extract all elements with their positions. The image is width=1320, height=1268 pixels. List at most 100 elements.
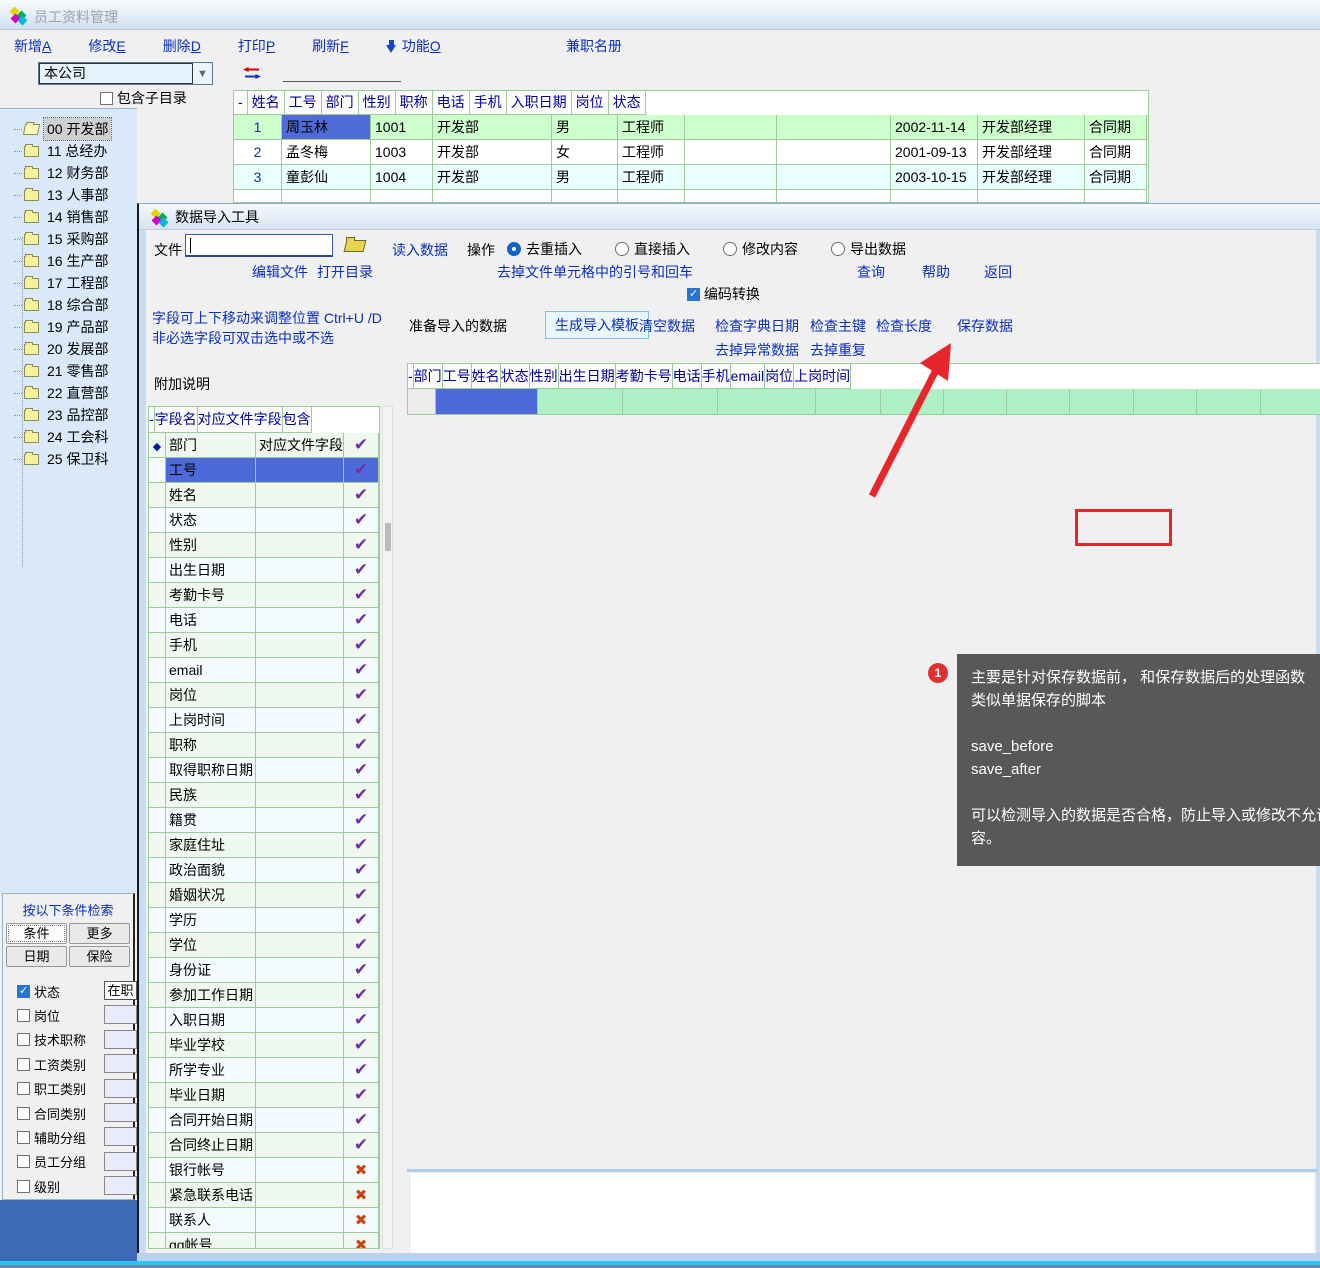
included-check-icon[interactable]: ✔ bbox=[354, 510, 368, 529]
strip-quotes-button[interactable]: 去掉文件单元格中的引号和回车 bbox=[497, 262, 693, 282]
edit-file-button[interactable]: 编辑文件 bbox=[252, 262, 308, 282]
column-header[interactable]: 包含 bbox=[283, 407, 312, 433]
condition-checkbox[interactable] bbox=[17, 1180, 30, 1193]
included-check-icon[interactable]: ✔ bbox=[354, 660, 368, 679]
column-header[interactable]: 状态 bbox=[501, 364, 530, 389]
field-row[interactable]: ◆ 电话 ✔ ✖ bbox=[149, 608, 379, 633]
column-header[interactable]: 岗位 bbox=[572, 91, 609, 115]
field-row[interactable]: ◆ 工号 ✔ ✖ bbox=[149, 458, 379, 483]
field-row[interactable]: ◆ 学历 ✔ ✖ bbox=[149, 908, 379, 933]
quick-search-field[interactable] bbox=[283, 62, 401, 82]
included-check-icon[interactable]: ✔ bbox=[354, 1110, 368, 1129]
condition-checkbox[interactable] bbox=[17, 1107, 30, 1120]
radio-option[interactable]: 导出数据 bbox=[831, 239, 906, 259]
radio-option[interactable]: 修改内容 bbox=[723, 239, 798, 259]
action-button[interactable]: 保存数据 bbox=[957, 316, 1013, 336]
field-row[interactable]: ◆ 学位 ✔ ✖ bbox=[149, 933, 379, 958]
radio-icon[interactable] bbox=[723, 242, 737, 256]
toolbar-item[interactable]: 修改E bbox=[88, 36, 125, 56]
column-header[interactable]: 状态 bbox=[609, 91, 646, 115]
field-row[interactable]: ◆ 状态 ✔ ✖ bbox=[149, 508, 379, 533]
condition-value-box[interactable] bbox=[104, 1030, 137, 1049]
action-button[interactable]: 生成导入模板 bbox=[545, 311, 649, 339]
included-check-icon[interactable]: ✔ bbox=[354, 785, 368, 804]
condition-checkbox[interactable] bbox=[17, 1033, 30, 1046]
column-header[interactable]: 岗位 bbox=[765, 364, 794, 389]
field-row[interactable]: ◆ 取得职称日期 ✔ ✖ bbox=[149, 758, 379, 783]
column-header[interactable]: 姓名 bbox=[248, 91, 285, 115]
tree-item[interactable]: 25 保卫科 bbox=[0, 448, 137, 470]
included-check-icon[interactable]: ✔ bbox=[354, 760, 368, 779]
field-row[interactable]: ◆ 姓名 ✔ ✖ bbox=[149, 483, 379, 508]
field-row[interactable]: ◆ 合同开始日期 ✔ ✖ bbox=[149, 1108, 379, 1133]
included-check-icon[interactable]: ✔ bbox=[354, 735, 368, 754]
column-header[interactable]: 工号 bbox=[443, 364, 472, 389]
included-check-icon[interactable]: ✔ bbox=[354, 685, 368, 704]
included-check-icon[interactable]: ✔ bbox=[354, 710, 368, 729]
condition-value-box[interactable] bbox=[104, 1152, 137, 1171]
field-row[interactable]: ◆ 职称 ✔ ✖ bbox=[149, 733, 379, 758]
scrollbar-thumb[interactable] bbox=[385, 523, 391, 551]
field-row[interactable]: ◆ qq帐号 ✔ ✖ bbox=[149, 1233, 379, 1249]
back-button[interactable]: 返回 bbox=[984, 262, 1012, 282]
company-select[interactable]: 本公司 ▼ bbox=[38, 62, 213, 85]
filter-tab[interactable]: 更多 bbox=[69, 923, 130, 944]
excluded-cross-icon[interactable]: ✖ bbox=[355, 1212, 368, 1229]
toolbar-item[interactable]: 刷新F bbox=[312, 36, 349, 56]
include-subdir-checkbox[interactable]: 包含子目录 bbox=[100, 88, 187, 108]
included-check-icon[interactable]: ✔ bbox=[354, 810, 368, 829]
condition-value-box[interactable] bbox=[104, 1079, 137, 1098]
tree-item[interactable]: 15 采购部 bbox=[0, 228, 137, 250]
field-row[interactable]: ◆ 政治面貌 ✔ ✖ bbox=[149, 858, 379, 883]
column-header[interactable]: 工号 bbox=[285, 91, 322, 115]
action-button[interactable]: 去掉异常数据 bbox=[715, 340, 799, 360]
condition-value-box[interactable] bbox=[104, 1005, 137, 1024]
field-row[interactable]: ◆ 岗位 ✔ ✖ bbox=[149, 683, 379, 708]
column-header[interactable]: 字段名 bbox=[155, 407, 198, 433]
column-header[interactable]: 性别 bbox=[530, 364, 559, 389]
condition-value-box[interactable] bbox=[104, 1054, 137, 1073]
column-header[interactable]: 电话 bbox=[673, 364, 702, 389]
included-check-icon[interactable]: ✔ bbox=[354, 910, 368, 929]
field-row[interactable]: ◆ email ✔ ✖ bbox=[149, 658, 379, 683]
field-row[interactable]: ◆ 考勤卡号 ✔ ✖ bbox=[149, 583, 379, 608]
tree-item[interactable]: 21 零售部 bbox=[0, 360, 137, 382]
field-row[interactable]: ◆ 入职日期 ✔ ✖ bbox=[149, 1008, 379, 1033]
tree-item[interactable]: 19 产品部 bbox=[0, 316, 137, 338]
help-button[interactable]: 帮助 bbox=[922, 262, 950, 282]
condition-checkbox[interactable] bbox=[17, 1131, 30, 1144]
toolbar-item[interactable]: 删除D bbox=[163, 36, 201, 56]
field-row[interactable]: ◆ 毕业日期 ✔ ✖ bbox=[149, 1083, 379, 1108]
table-row[interactable] bbox=[234, 190, 1148, 203]
tree-item[interactable]: 20 发展部 bbox=[0, 338, 137, 360]
tree-item[interactable]: 16 生产部 bbox=[0, 250, 137, 272]
column-header[interactable]: 职称 bbox=[396, 91, 433, 115]
tree-item[interactable]: 11 总经办 bbox=[0, 140, 137, 162]
table-row[interactable]: 1 周玉林 1001 开发部 男 工程师 2002-11-14 开发部经理 合同… bbox=[234, 115, 1148, 140]
notes-memo-area[interactable] bbox=[411, 1173, 1314, 1255]
action-button[interactable]: 检查主键 bbox=[810, 316, 866, 336]
field-row[interactable]: ◆ 手机 ✔ ✖ bbox=[149, 633, 379, 658]
included-check-icon[interactable]: ✔ bbox=[354, 885, 368, 904]
condition-value-box[interactable]: 在职 bbox=[104, 981, 137, 1000]
included-check-icon[interactable]: ✔ bbox=[354, 610, 368, 629]
radio-icon[interactable] bbox=[831, 242, 845, 256]
included-check-icon[interactable]: ✔ bbox=[354, 1060, 368, 1079]
field-row[interactable]: ◆ 银行帐号 ✔ ✖ bbox=[149, 1158, 379, 1183]
tree-item[interactable]: 13 人事部 bbox=[0, 184, 137, 206]
field-row[interactable]: ◆ 身份证 ✔ ✖ bbox=[149, 958, 379, 983]
radio-icon[interactable] bbox=[507, 242, 521, 256]
field-row[interactable]: ◆ 性别 ✔ ✖ bbox=[149, 533, 379, 558]
read-data-button[interactable]: 读入数据 bbox=[392, 240, 448, 260]
table-row[interactable]: 3 童彭仙 1004 开发部 男 工程师 2003-10-15 开发部经理 合同… bbox=[234, 165, 1148, 190]
condition-value-box[interactable] bbox=[104, 1103, 137, 1122]
filter-tab[interactable]: 日期 bbox=[6, 946, 67, 967]
included-check-icon[interactable]: ✔ bbox=[354, 985, 368, 1004]
toolbar-item[interactable]: 打印P bbox=[238, 36, 275, 56]
action-button[interactable]: 检查长度 bbox=[876, 316, 932, 336]
filter-tab[interactable]: 保险 bbox=[69, 946, 130, 967]
column-header[interactable]: 手机 bbox=[470, 91, 507, 115]
action-button[interactable]: 去掉重复 bbox=[810, 340, 866, 360]
action-button[interactable]: 清空数据 bbox=[639, 316, 695, 336]
field-row[interactable]: ◆ 籍贯 ✔ ✖ bbox=[149, 808, 379, 833]
